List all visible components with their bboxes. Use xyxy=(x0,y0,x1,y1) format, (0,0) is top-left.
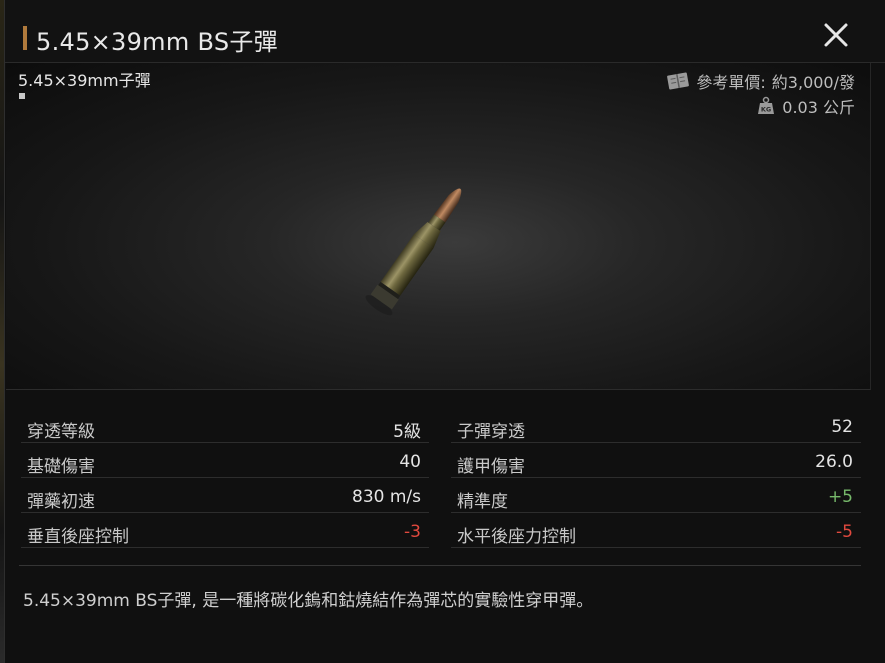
stat-value: 830 m/s xyxy=(352,487,421,507)
weight-info: KG 0.03 公斤 xyxy=(756,94,855,118)
stat-row: 垂直後座控制 -3 xyxy=(21,513,429,548)
item-short-name: 5.45×39mm子彈 xyxy=(18,71,151,90)
stat-row: 彈藥初速 830 m/s xyxy=(21,478,429,513)
stat-label: 彈藥初速 xyxy=(27,492,95,512)
stat-value: +5 xyxy=(827,487,853,507)
price-value: 約3,000/發 xyxy=(771,73,855,92)
svg-text:KG: KG xyxy=(761,106,771,114)
item-detail-dialog: 5.45×39mm BS子彈 5.45×39mm子彈 參考單價: 約3,000/… xyxy=(4,0,885,663)
stat-row: 水平後座力控制 -5 xyxy=(451,513,861,548)
stat-label: 子彈穿透 xyxy=(457,422,525,442)
close-icon xyxy=(824,23,848,47)
stat-label: 護甲傷害 xyxy=(457,457,525,477)
close-button[interactable] xyxy=(819,18,853,52)
price-info: 參考單價: 約3,000/發 xyxy=(666,69,855,93)
stat-label: 精準度 xyxy=(457,492,508,512)
stat-value: -3 xyxy=(404,522,421,542)
bullet-image xyxy=(365,188,462,316)
stat-value: 26.0 xyxy=(815,452,853,472)
price-label: 參考單價: xyxy=(696,73,766,92)
dialog-title: 5.45×39mm BS子彈 xyxy=(36,28,278,56)
stat-label: 垂直後座控制 xyxy=(27,527,129,547)
dialog-header: 5.45×39mm BS子彈 xyxy=(5,0,885,63)
stat-label: 基礎傷害 xyxy=(27,457,95,477)
weight-value: 0.03 公斤 xyxy=(782,98,855,117)
item-marker xyxy=(19,93,25,99)
stat-value: 52 xyxy=(831,417,853,437)
stat-row: 基礎傷害 40 xyxy=(21,443,429,478)
description-divider xyxy=(19,565,861,566)
stat-value: -5 xyxy=(836,522,853,542)
stat-value: 40 xyxy=(399,452,421,472)
stat-row: 子彈穿透 52 xyxy=(451,408,861,443)
stat-row: 精準度 +5 xyxy=(451,478,861,513)
kg-weight-icon: KG xyxy=(758,96,775,114)
stat-label: 水平後座力控制 xyxy=(457,527,576,547)
stat-label: 穿透等級 xyxy=(27,422,95,442)
stat-row: 穿透等級 5級 xyxy=(21,408,429,443)
title-accent-bar xyxy=(23,26,27,50)
stat-row: 護甲傷害 26.0 xyxy=(451,443,861,478)
stat-value: 5級 xyxy=(393,422,421,442)
item-description: 5.45×39mm BS子彈, 是一種將碳化鎢和鈷燒結作為彈芯的實驗性穿甲彈。 xyxy=(23,591,594,611)
book-icon xyxy=(667,72,690,90)
item-preview: 5.45×39mm子彈 參考單價: 約3,000/發 KG 0.03 公斤 xyxy=(6,63,871,390)
